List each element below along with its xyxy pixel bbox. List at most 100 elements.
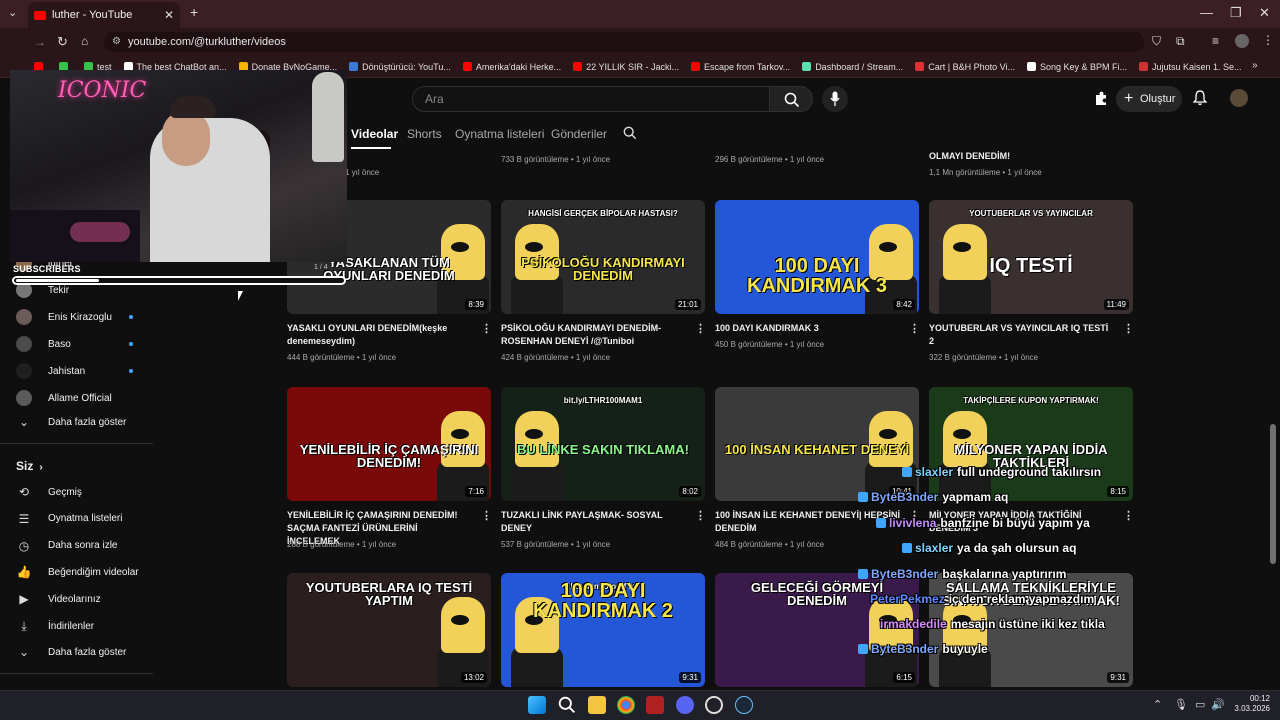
bookmark-item[interactable]: Dashboard / Stream... — [802, 62, 903, 72]
discord-icon[interactable] — [676, 696, 694, 714]
bookmark-item[interactable]: Cart | B&H Photo Vi... — [915, 62, 1015, 72]
video-duration: 11:49 — [1103, 299, 1129, 310]
thumbnail-subtext: TAKİPÇİLERE KUPON YAPTIRMAK! — [963, 396, 1099, 405]
page-scrollbar[interactable] — [1270, 424, 1276, 564]
account-avatar[interactable] — [1230, 89, 1248, 107]
sidebar-subscription-item[interactable]: Jahistan — [16, 360, 146, 382]
taskbar-search-icon[interactable] — [558, 696, 576, 714]
video-options-icon[interactable]: ⋮ — [695, 509, 706, 522]
video-options-icon[interactable]: ⋮ — [481, 509, 492, 522]
bookmark-item[interactable]: Amerika'daki Herke... — [462, 62, 561, 72]
close-tab-icon[interactable]: ✕ — [164, 8, 174, 22]
sidebar-item[interactable]: ⤓ İndirilenler — [16, 615, 146, 637]
chat-text: full undeground takılırsın — [957, 465, 1102, 479]
sidebar-subscription-item[interactable]: Baso — [16, 333, 146, 355]
system-clock[interactable]: 00:12 3.03.2026 — [1226, 694, 1270, 714]
tab-shorts[interactable]: Shorts — [407, 127, 442, 141]
extensions-icon[interactable]: ⧉ — [1176, 34, 1185, 49]
video-title[interactable]: YOUTUBERLAR VS YAYINCILAR IQ TESTİ 2 — [929, 322, 1115, 348]
search-button[interactable] — [769, 86, 813, 112]
bookmark-label: Dönüştürücü: YouTu... — [362, 61, 451, 72]
tab-posts[interactable]: Gönderiler — [551, 127, 607, 141]
extension-puzzle-icon[interactable] — [1093, 91, 1109, 107]
video-title[interactable]: 100 İNSAN İLE KEHANET DENEYİ| HEPSİNİ DE… — [715, 509, 901, 535]
home-icon[interactable]: ⌂ — [81, 34, 88, 48]
chat-text: mesajın üstüne iki kez tıkla — [950, 617, 1105, 631]
video-thumbnail[interactable]: TAKİPÇİLERE KUPON YAPTIRMAK! MİLYONER YAP… — [929, 387, 1133, 501]
windows-start-icon[interactable] — [528, 696, 546, 714]
steam-icon[interactable] — [735, 696, 753, 714]
browser-menu-icon[interactable]: ⋮ — [1262, 33, 1274, 47]
video-title[interactable]: 100 DAYI KANDIRMAK 3 — [715, 322, 901, 335]
profile-avatar[interactable] — [1235, 34, 1249, 48]
bookmark-item[interactable]: Song Key & BPM Fi... — [1026, 62, 1127, 72]
window-close-icon[interactable]: ✕ — [1259, 5, 1270, 21]
video-options-icon[interactable]: ⋮ — [481, 322, 492, 335]
obs-icon[interactable] — [705, 696, 723, 714]
download-icon: ⤓ — [21, 619, 27, 633]
chat-text: ya da şah olursun aq — [957, 541, 1077, 555]
bookmark-item[interactable]: Dönüştürücü: YouTu... — [349, 62, 451, 72]
channel-search-icon[interactable] — [623, 126, 637, 140]
bookmark-item[interactable]: 22 YILLIK SIR - Jacki... — [573, 62, 679, 72]
sidebar-subscription-item[interactable]: Allame Official — [16, 387, 146, 409]
tab-videos[interactable]: Videolar — [351, 127, 398, 141]
video-title[interactable]: TUZAKLI LİNK PAYLAŞMAK- SOSYAL DENEY — [501, 509, 687, 535]
sidebar-you-heading[interactable]: Siz › — [16, 459, 43, 473]
video-thumbnail[interactable]: bit.ly/LTHR100MAM1 BU LİNKE SAKIN TIKLAMA… — [501, 387, 705, 501]
browser-tab-active[interactable]: luther - YouTube ✕ — [28, 2, 180, 28]
sidebar-show-more[interactable]: ⌄ Daha fazla göster — [16, 641, 146, 663]
bookmark-favicon-icon — [1026, 62, 1036, 71]
video-title[interactable]: OLMAYI DENEDİM! — [929, 150, 1115, 163]
subscribers-progress-bar — [12, 276, 346, 285]
forward-icon[interactable]: → — [34, 35, 46, 49]
voice-search-button[interactable] — [822, 86, 848, 112]
tray-overflow-icon[interactable]: ⌃ — [1153, 698, 1162, 711]
voicemeeter-icon[interactable] — [646, 696, 664, 714]
video-thumbnail[interactable]: 100 İNSAN KEHANET DENEYİ 10:41 — [715, 387, 919, 501]
sidebar-item-label: Geçmiş — [48, 486, 82, 498]
sidebar-item[interactable]: ☰ Oynatma listeleri — [16, 508, 146, 530]
file-explorer-icon[interactable] — [588, 696, 606, 714]
site-info-icon[interactable]: ⚙ — [112, 32, 121, 52]
video-title[interactable]: PSİKOLOĞU KANDIRMAYI DENEDİM-ROSENHAN DE… — [501, 322, 687, 348]
video-thumbnail[interactable]: 100 DAYI KANDIRMAK 3 8:42 — [715, 200, 919, 314]
you-heading-label: Siz — [16, 459, 34, 473]
video-thumbnail[interactable]: YENİLEBİLİR İÇ ÇAMAŞIRINI DENEDİM! 7:16 — [287, 387, 491, 501]
notifications-bell-icon[interactable] — [1193, 90, 1207, 106]
minimize-icon[interactable]: — — [1200, 5, 1213, 20]
sidebar-item[interactable]: ▶ Videolarınız — [16, 588, 146, 610]
address-bar[interactable]: ⚙ youtube.com/@turkluther/videos — [104, 32, 1144, 52]
shield-icon[interactable]: ⛉ — [1152, 34, 1161, 49]
bookmark-item[interactable]: Jujutsu Kaisen 1. Se... — [1139, 62, 1242, 72]
video-thumbnail[interactable]: HANGİSİ GERÇEK BİPOLAR HASTASI? PSİKOLOĞU… — [501, 200, 705, 314]
video-options-icon[interactable]: ⋮ — [1123, 509, 1134, 522]
eye-patch-icon — [451, 429, 469, 439]
video-options-icon[interactable]: ⋮ — [909, 322, 920, 335]
video-options-icon[interactable]: ⋮ — [1123, 322, 1134, 335]
bookmark-item[interactable]: Escape from Tarkov... — [690, 62, 790, 72]
sidebar-show-more[interactable]: ⌄ Daha fazla göster — [16, 411, 146, 433]
sidebar-item[interactable]: 👍 Beğendiğim videolar — [16, 561, 146, 583]
video-thumbnail[interactable]: boydan fotoraf at 100 DAYI KANDIRMAK 2 9:3… — [501, 573, 705, 687]
video-thumbnail[interactable]: YOUTUBERLAR VS YAYINCILAR IQ TESTİ 11:49 — [929, 200, 1133, 314]
sidebar-subscription-item[interactable]: Enis Kirazoglu — [16, 306, 146, 328]
search-input[interactable]: Ara — [412, 86, 770, 112]
tray-monitor-icon[interactable]: ▭ — [1195, 698, 1205, 711]
sidebar-item[interactable]: ◷ Daha sonra izle — [16, 535, 146, 557]
video-options-icon[interactable]: ⋮ — [695, 322, 706, 335]
tray-mic-icon[interactable]: 🎙 — [1174, 698, 1188, 711]
maximize-icon[interactable]: ❐ — [1230, 5, 1242, 21]
tray-volume-icon[interactable]: 🔊 — [1211, 698, 1225, 711]
video-title[interactable]: YASAKLI OYUNLARI DENEDİM(keşke denemesey… — [287, 322, 473, 348]
chrome-icon[interactable] — [617, 696, 635, 714]
video-thumbnail[interactable]: YOUTUBERLARA IQ TESTİ YAPTIM 13:02 — [287, 573, 491, 687]
media-icon[interactable]: ≡ — [1212, 34, 1219, 48]
sidebar-item[interactable]: ⟲ Geçmiş — [16, 481, 146, 503]
tab-list-icon[interactable]: ⌄ — [8, 6, 17, 19]
tab-playlists[interactable]: Oynatma listeleri — [455, 127, 544, 141]
reload-icon[interactable]: ↻ — [57, 34, 68, 50]
create-button[interactable]: + Oluştur — [1116, 86, 1182, 112]
bookmarks-overflow-icon[interactable]: » — [1252, 60, 1258, 71]
new-tab-icon[interactable]: + — [190, 4, 198, 20]
